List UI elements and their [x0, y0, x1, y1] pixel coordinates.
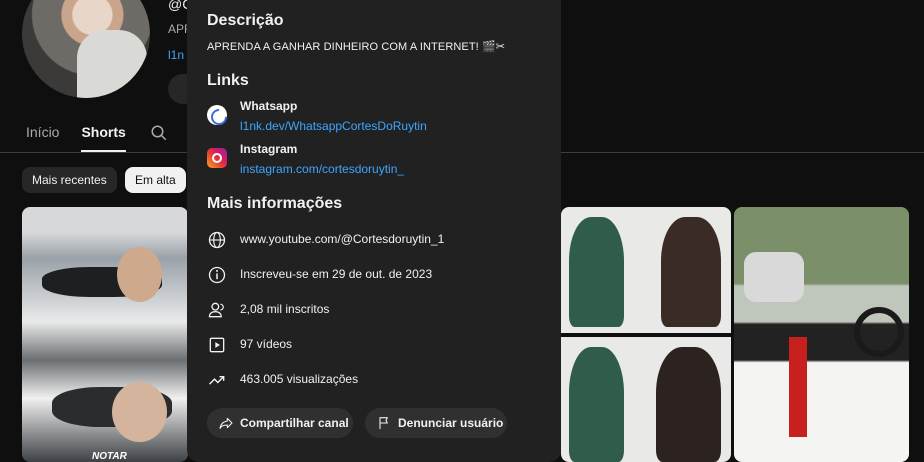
thumbnail-person	[661, 217, 721, 327]
info-text: 97 vídeos	[240, 337, 293, 351]
thumbnail-vr-headset	[744, 252, 804, 302]
thumbnail-person	[789, 337, 807, 437]
channel-avatar[interactable]	[22, 0, 150, 98]
whatsapp-icon	[207, 105, 227, 125]
info-row-views: 463.005 visualizações	[207, 369, 537, 391]
channel-about-dialog: Descrição APRENDA A GANHAR DINHEIRO COM …	[187, 0, 561, 462]
tab-inicio[interactable]: Início	[26, 124, 59, 152]
description-heading: Descrição	[207, 12, 284, 29]
chip-mais-recentes[interactable]: Mais recentes	[22, 167, 117, 193]
short-thumbnail[interactable]	[734, 207, 909, 462]
info-text: Inscreveu-se em 29 de out. de 2023	[240, 267, 433, 281]
thumbnail-steering-wheel	[854, 307, 904, 357]
thumbnail-divider	[561, 333, 731, 337]
link-title: Whatsapp	[240, 99, 298, 113]
thumbnail-person	[656, 347, 721, 462]
report-user-button[interactable]: Denunciar usuário	[365, 408, 507, 438]
link-url[interactable]: l1nk.dev/WhatsappCortesDoRuytin	[240, 119, 427, 133]
info-icon	[208, 266, 226, 284]
subscribers-icon	[208, 302, 224, 318]
report-user-label: Denunciar usuário	[398, 416, 504, 430]
flag-icon	[379, 417, 388, 429]
info-row-url: www.youtube.com/@Cortesdoruytin_1	[207, 229, 537, 251]
share-icon	[219, 417, 233, 429]
info-text: 463.005 visualizações	[240, 372, 359, 386]
link-title: Instagram	[240, 142, 298, 156]
link-url[interactable]: instagram.com/cortesdoruytin_	[240, 162, 404, 176]
info-text: www.youtube.com/@Cortesdoruytin_1	[240, 232, 445, 246]
info-row-joined: Inscreveu-se em 29 de out. de 2023	[207, 264, 537, 286]
chip-em-alta[interactable]: Em alta	[125, 167, 186, 193]
tab-shorts[interactable]: Shorts	[81, 124, 126, 152]
channel-link-preview[interactable]: l1n	[168, 48, 184, 62]
video-icon	[209, 337, 225, 353]
search-icon[interactable]	[150, 124, 168, 142]
link-instagram: Instagram instagram.com/cortesdoruytin_	[207, 142, 537, 182]
thumbnail-person	[569, 217, 624, 327]
short-thumbnail[interactable]	[561, 207, 731, 462]
info-text: 2,08 mil inscritos	[240, 302, 330, 316]
thumbnail-caption: NOTAR	[92, 451, 127, 462]
globe-icon	[208, 231, 226, 249]
short-thumbnail[interactable]: NOTAR	[22, 207, 188, 462]
channel-tabs: Início Shorts	[26, 124, 126, 152]
thumbnail-person	[112, 382, 167, 442]
thumbnail-person	[569, 347, 624, 462]
thumbnail-person	[117, 247, 162, 302]
description-text: APRENDA A GANHAR DINHEIRO COM A INTERNET…	[207, 41, 506, 53]
link-whatsapp: Whatsapp l1nk.dev/WhatsappCortesDoRuytin	[207, 99, 537, 139]
share-channel-button[interactable]: Compartilhar canal	[207, 408, 353, 438]
instagram-icon	[207, 148, 227, 168]
links-heading: Links	[207, 72, 249, 89]
trending-icon	[208, 375, 225, 385]
more-info-heading: Mais informações	[207, 195, 343, 212]
share-channel-label: Compartilhar canal	[240, 416, 349, 430]
info-row-subscribers: 2,08 mil inscritos	[207, 299, 537, 321]
info-row-videos: 97 vídeos	[207, 334, 537, 356]
